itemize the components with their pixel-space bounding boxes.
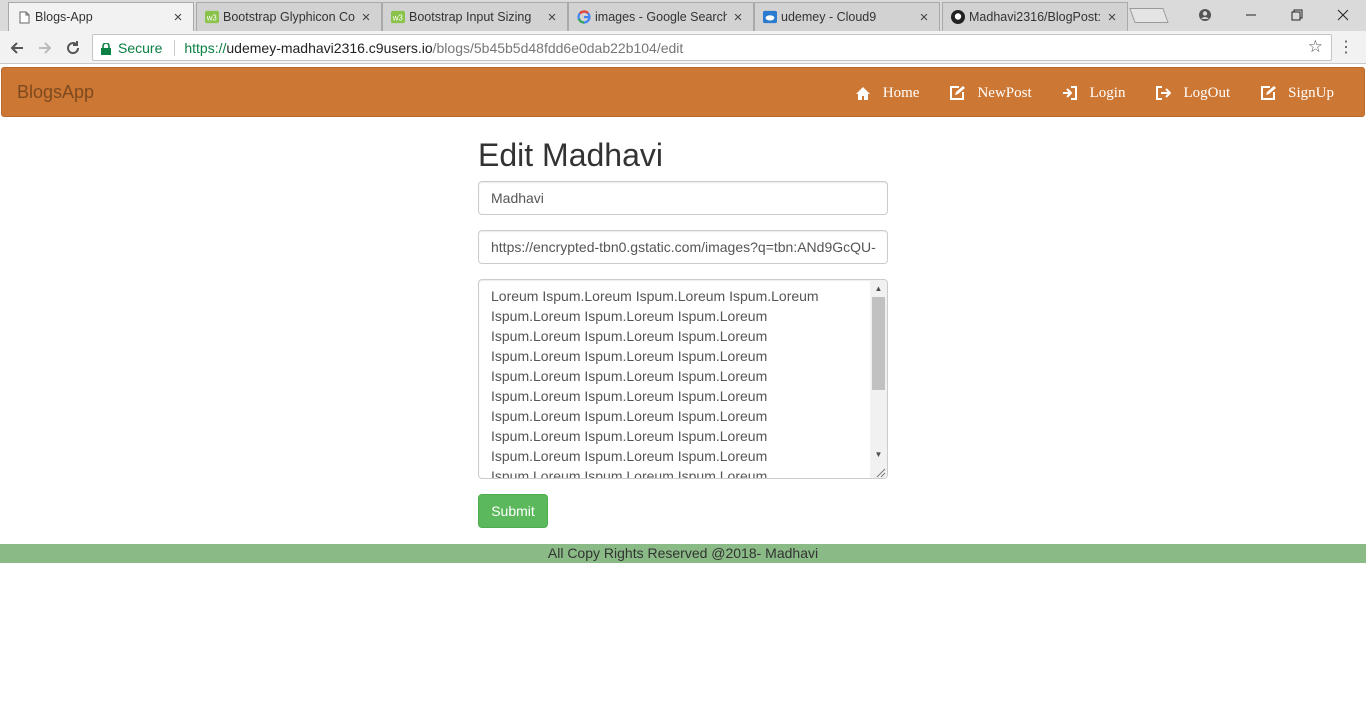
back-icon[interactable]: [6, 37, 28, 59]
cloud9-icon: [763, 10, 777, 24]
scroll-down-icon[interactable]: ▼: [870, 446, 887, 463]
footer: All Copy Rights Reserved @2018- Madhavi: [0, 544, 1366, 563]
body-line: Ispum.Loreum Ispum.Loreum Ispum.Loreum: [491, 348, 768, 364]
edit-icon: [1260, 85, 1277, 101]
footer-text: All Copy Rights Reserved @2018- Madhavi: [547, 545, 819, 561]
divider: [174, 39, 176, 56]
log-in-icon: [1062, 85, 1078, 101]
profile-icon[interactable]: [1182, 0, 1228, 30]
edit-icon: [949, 85, 966, 101]
close-icon[interactable]: ×: [731, 9, 745, 26]
github-icon: [951, 10, 965, 24]
tab-title: images - Google Search: [595, 10, 727, 24]
body-line: Ispum.Loreum Ispum.Loreum Ispum.Loreum: [491, 328, 768, 344]
nav-label: SignUp: [1288, 84, 1334, 101]
url-host: udemey-madhavi2316.c9users.io: [226, 39, 433, 56]
close-icon[interactable]: ×: [171, 9, 185, 26]
submit-button[interactable]: Submit: [478, 494, 548, 528]
body-line: Ispum.Loreum Ispum.Loreum Ispum.Loreum: [491, 468, 768, 479]
forward-icon[interactable]: [34, 37, 56, 59]
image-url-input[interactable]: https://encrypted-tbn0.gstatic.com/image…: [478, 230, 888, 264]
tab-title: Bootstrap Input Sizing: [409, 10, 532, 24]
close-icon[interactable]: ×: [545, 9, 559, 26]
body-textarea[interactable]: Loreum Ispum.Loreum Ispum.Loreum Ispum.L…: [478, 279, 888, 479]
nav-home[interactable]: Home: [840, 68, 935, 118]
nav-label: LogOut: [1183, 84, 1231, 101]
w3schools-icon: w3: [205, 10, 219, 24]
body-line: Ispum.Loreum Ispum.Loreum Ispum.Loreum: [491, 408, 768, 424]
close-icon[interactable]: ×: [1105, 9, 1119, 26]
textarea-scrollbar[interactable]: ▲ ▼: [870, 280, 887, 478]
w3schools-icon: w3: [391, 10, 405, 24]
browser-tab-google[interactable]: images - Google Search ×: [568, 2, 754, 31]
body-line: Ispum.Loreum Ispum.Loreum Ispum.Loreum: [491, 308, 768, 324]
body-line: Ispum.Loreum Ispum.Loreum Ispum.Loreum: [491, 428, 768, 444]
body-line: Ispum.Loreum Ispum.Loreum Ispum.Loreum: [491, 388, 768, 404]
minimize-icon[interactable]: [1228, 0, 1274, 30]
browser-tab-glyphicon[interactable]: w3 Bootstrap Glyphicon Co ×: [196, 2, 382, 31]
body-text: Loreum Ispum.Loreum Ispum.Loreum Ispum.L…: [491, 286, 871, 479]
svg-text:w3: w3: [206, 14, 218, 23]
close-icon[interactable]: ×: [359, 9, 373, 26]
body-line: Ispum.Loreum Ispum.Loreum Ispum.Loreum: [491, 448, 768, 464]
svg-text:w3: w3: [392, 14, 404, 23]
browser-tab-blogs-app[interactable]: Blogs-App ×: [8, 2, 194, 31]
browser-tab-input-sizing[interactable]: w3 Bootstrap Input Sizing ×: [382, 2, 568, 31]
new-tab-button[interactable]: [1129, 8, 1169, 23]
scroll-up-icon[interactable]: ▲: [870, 280, 887, 297]
resize-handle-icon[interactable]: [874, 465, 886, 478]
body-line: Loreum Ispum.Loreum Ispum.Loreum Ispum.L…: [491, 288, 819, 304]
url-protocol: https://: [184, 39, 227, 56]
nav-newpost[interactable]: NewPost: [934, 68, 1046, 118]
home-icon: [855, 85, 871, 101]
restore-icon[interactable]: [1274, 0, 1320, 30]
bookmark-star-icon[interactable]: ☆: [1308, 37, 1323, 57]
menu-icon[interactable]: ⋮: [1338, 37, 1354, 57]
edit-form: Edit Madhavi Madhavi https://encrypted-t…: [478, 130, 888, 528]
navbar-brand[interactable]: BlogsApp: [17, 82, 94, 103]
nav-label: Login: [1089, 84, 1126, 101]
reload-icon[interactable]: [62, 37, 84, 59]
browser-tab-strip: Blogs-App × w3 Bootstrap Glyphicon Co × …: [0, 0, 1366, 31]
address-bar[interactable]: Secure https:// udemey-madhavi2316.c9use…: [92, 34, 1332, 61]
google-icon: [577, 10, 591, 24]
close-window-icon[interactable]: [1320, 0, 1366, 30]
browser-toolbar: Secure https:// udemey-madhavi2316.c9use…: [0, 31, 1366, 64]
lock-icon: [101, 42, 111, 55]
nav-logout[interactable]: LogOut: [1140, 68, 1245, 118]
close-icon[interactable]: ×: [917, 9, 931, 26]
tab-title: udemey - Cloud9: [781, 10, 877, 24]
url-path: /blogs/5b45b5d48fdd6e0dab22b104/edit: [432, 39, 684, 56]
page-title: Edit Madhavi: [478, 137, 663, 173]
log-out-icon: [1155, 85, 1172, 101]
nav-login[interactable]: Login: [1047, 68, 1141, 118]
navbar-links: Home NewPost Login LogOut SignUp: [840, 68, 1364, 118]
nav-label: NewPost: [977, 84, 1032, 101]
nav-signup[interactable]: SignUp: [1245, 68, 1364, 118]
tab-title: Madhavi2316/BlogPost:: [969, 10, 1101, 24]
site-navbar: BlogsApp Home NewPost Login LogOut SignU…: [1, 67, 1365, 117]
nav-label: Home: [882, 84, 920, 101]
tab-title: Blogs-App: [35, 10, 93, 24]
tab-title: Bootstrap Glyphicon Co: [223, 10, 355, 24]
browser-tab-cloud9[interactable]: udemey - Cloud9 ×: [754, 2, 940, 31]
scroll-thumb[interactable]: [872, 297, 885, 390]
page-icon: [17, 10, 31, 24]
body-line: Ispum.Loreum Ispum.Loreum Ispum.Loreum: [491, 368, 768, 384]
browser-tab-github[interactable]: Madhavi2316/BlogPost: ×: [942, 2, 1128, 31]
title-input[interactable]: Madhavi: [478, 181, 888, 215]
secure-label: Secure: [118, 39, 163, 56]
